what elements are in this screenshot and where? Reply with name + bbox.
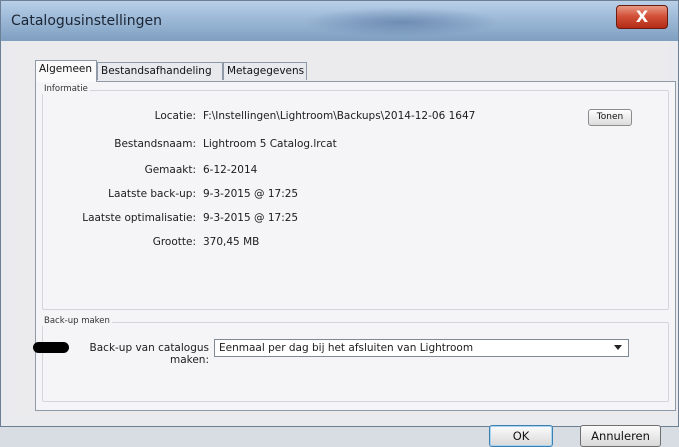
window-title: Catalogusinstellingen (11, 13, 163, 29)
backup-frequency-value: Eenmaal per dag bij het afsluiten van Li… (219, 342, 474, 354)
last-optimization-value: 9-3-2015 @ 17:25 (203, 212, 299, 224)
backup-group-title: Back-up maken (42, 316, 112, 326)
info-group-title: Informatie (42, 84, 90, 94)
created-value: 6-12-2014 (203, 164, 258, 176)
backup-frequency-select[interactable]: Eenmaal per dag bij het afsluiten van Li… (214, 339, 629, 357)
last-optimization-label: Laatste optimalisatie: (82, 212, 196, 224)
dialog-client-area: Algemeen Bestandsafhandeling Metagegeven… (9, 41, 676, 447)
show-button[interactable]: Tonen (588, 109, 632, 126)
filename-label: Bestandsnaam: (114, 138, 196, 150)
title-bar[interactable]: Catalogusinstellingen X (1, 1, 678, 41)
info-group (42, 90, 669, 310)
created-label: Gemaakt: (144, 164, 196, 176)
tab-bestandsafhandeling[interactable]: Bestandsafhandeling (97, 62, 223, 80)
last-backup-value: 9-3-2015 @ 17:25 (203, 188, 299, 200)
close-button[interactable]: X (616, 5, 668, 29)
close-icon: X (635, 7, 649, 26)
title-bar-glass (301, 7, 501, 37)
size-label: Grootte: (152, 236, 196, 248)
location-label: Locatie: (154, 110, 196, 122)
filename-value: Lightroom 5 Catalog.lrcat (203, 138, 337, 150)
catalog-settings-dialog: Catalogusinstellingen X Algemeen Bestand… (0, 0, 679, 447)
last-backup-label: Laatste back-up: (108, 188, 196, 200)
cancel-button[interactable]: Annuleren (580, 425, 661, 447)
tab-metagegevens[interactable]: Metagegevens (223, 62, 307, 80)
location-value: F:\Instellingen\Lightroom\Backups\2014-1… (203, 110, 476, 122)
chevron-down-icon (614, 345, 622, 350)
ok-button[interactable]: OK (489, 425, 553, 447)
size-value: 370,45 MB (203, 236, 260, 248)
backup-frequency-label: Back-up van catalogus maken: (89, 342, 209, 366)
tab-algemeen[interactable]: Algemeen (35, 60, 97, 82)
